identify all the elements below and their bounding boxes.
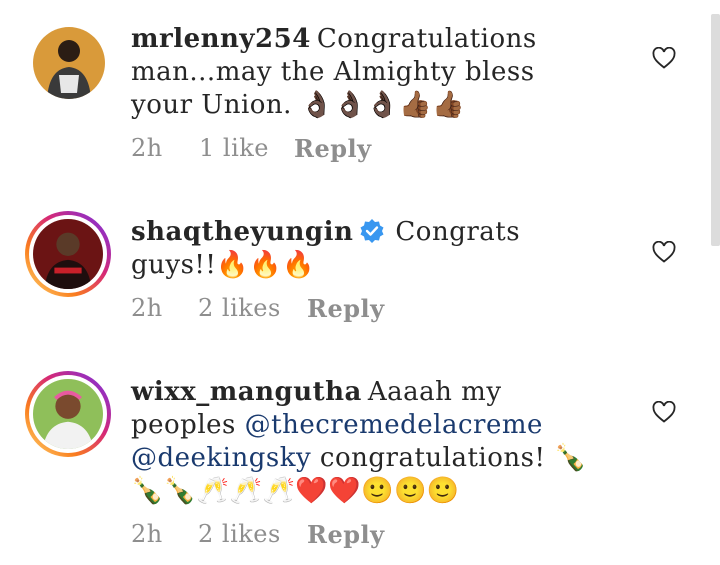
reply-button[interactable]: Reply <box>294 134 372 163</box>
heart-outline-icon[interactable] <box>652 241 676 263</box>
comment-text: wixx_mangutha Aaaah my peoples @thecremed… <box>131 376 601 508</box>
likes-count[interactable]: 2 likes <box>198 294 281 322</box>
timestamp: 2h <box>131 520 163 548</box>
avatar-story-ring[interactable] <box>25 371 111 457</box>
verified-badge-icon <box>359 218 385 244</box>
mention-link[interactable]: @thecremedelacreme <box>245 410 543 440</box>
avatar[interactable] <box>33 27 105 99</box>
avatar-photo <box>33 379 103 449</box>
reply-button[interactable]: Reply <box>307 294 385 323</box>
username[interactable]: mrlenny254 <box>131 24 311 54</box>
comment-text: shaqtheyungin Congrats guys!!🔥🔥🔥 <box>131 216 601 282</box>
username[interactable]: wixx_mangutha <box>131 377 362 407</box>
comment-text: mrlenny254 Congratulations man...may the … <box>131 23 601 122</box>
avatar-photo <box>33 27 105 99</box>
username[interactable]: shaqtheyungin <box>131 217 353 247</box>
heart-outline-icon[interactable] <box>652 47 676 69</box>
mention-link[interactable]: @deekingsky <box>131 443 311 473</box>
likes-count[interactable]: 2 likes <box>198 520 281 548</box>
scrollbar-thumb[interactable] <box>711 14 720 246</box>
timestamp: 2h <box>131 294 163 322</box>
heart-outline-icon[interactable] <box>652 401 676 423</box>
avatar-story-ring[interactable] <box>25 211 111 297</box>
timestamp: 2h <box>131 134 163 162</box>
reply-button[interactable]: Reply <box>307 520 385 549</box>
avatar-photo <box>33 219 103 289</box>
likes-count[interactable]: 1 like <box>199 134 269 162</box>
